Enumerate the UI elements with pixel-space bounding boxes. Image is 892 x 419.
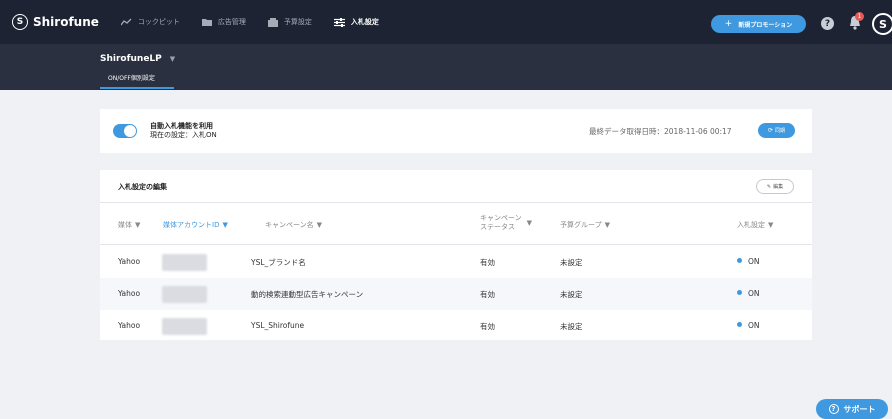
plus-icon: + <box>724 19 733 29</box>
edit-label: 編集 <box>773 184 784 190</box>
column-header-label: 予算グループ <box>560 221 602 229</box>
column-header-label: 媒体 <box>118 221 132 229</box>
question-circle-icon: ? <box>828 404 839 414</box>
cell-budget-group: 未設定 <box>560 322 583 331</box>
support-button[interactable]: ? サポート <box>816 399 888 419</box>
nav-item-budget[interactable]: 予算設定 <box>267 17 312 27</box>
bid-value: ON <box>748 257 760 266</box>
sort-icon: ▼ <box>768 221 774 229</box>
nav-item-cockpit[interactable]: コックピット <box>120 17 180 27</box>
auto-bid-toggle[interactable] <box>113 124 137 138</box>
sort-icon: ▼ <box>135 221 141 229</box>
column-header-campaign[interactable]: キャンペーン名 ▼ <box>265 220 322 230</box>
project-selector[interactable]: ShirofuneLP ▼ <box>100 54 175 64</box>
cell-status: 有効 <box>480 322 495 331</box>
nav-item-label: 予算設定 <box>283 18 312 26</box>
top-nav: S Shirofune コックピット 広告管理 予算設定 入札設定 + 新規プロ… <box>0 0 892 44</box>
bid-value: ON <box>748 321 760 330</box>
active-tab-indicator <box>100 87 174 89</box>
sync-button[interactable]: ⟳ 同期 <box>758 123 795 138</box>
nav-item-bid-settings[interactable]: 入札設定 <box>333 17 379 27</box>
table-row[interactable]: Yahoo YSL_ブランド名 有効 未設定 ON <box>100 246 812 278</box>
chart-line-icon <box>120 18 132 26</box>
column-header-bid-setting[interactable]: 入札設定 ▼ <box>737 220 773 230</box>
header-divider <box>100 244 812 245</box>
chevron-down-icon: ▼ <box>169 55 176 63</box>
refresh-icon: ⟳ <box>767 127 773 134</box>
last-fetch-timestamp: 最終データ取得日時：2018-11-06 00:17 <box>589 127 732 136</box>
column-header-campaign-status[interactable]: キャンペーン ステータス ▼ <box>480 214 532 232</box>
nav-item-label: 広告管理 <box>217 18 246 26</box>
tab-on-off-settings[interactable]: ON/OFF個別設定 <box>108 73 155 82</box>
edit-button[interactable]: ✎ 編集 <box>756 179 794 194</box>
nav-item-label: コックピット <box>137 18 180 26</box>
support-label: サポート <box>843 404 876 414</box>
redacted-account-id <box>162 318 207 335</box>
bid-settings-card: 入札設定の編集 ✎ 編集 媒体 ▼ 媒体アカウントID ▼ キャンペーン名 ▼ キャン… <box>100 170 812 340</box>
cell-bid-setting[interactable]: ON <box>737 289 760 298</box>
cell-media: Yahoo <box>118 321 141 330</box>
new-promotion-label: 新規プロモーション <box>738 21 793 29</box>
cell-budget-group: 未設定 <box>560 290 583 299</box>
redacted-account-id <box>162 254 207 271</box>
nav-item-label: 入札設定 <box>350 18 379 26</box>
project-header: ShirofuneLP ▼ ON/OFF個別設定 <box>0 44 892 90</box>
redacted-account-id <box>162 286 207 303</box>
cell-budget-group: 未設定 <box>560 258 583 267</box>
cell-bid-setting[interactable]: ON <box>737 257 760 266</box>
notification-badge: 1 <box>855 12 864 21</box>
cell-campaign: YSL_ブランド名 <box>251 258 306 267</box>
folder-icon <box>201 18 212 26</box>
table-row[interactable]: Yahoo 動的検索連動型広告キャンペーン 有効 未設定 ON <box>100 278 812 310</box>
auto-bid-status: 現在の設定：入札ON <box>150 131 217 139</box>
cell-media: Yahoo <box>118 257 141 266</box>
status-dot-icon <box>737 290 742 295</box>
pencil-icon: ✎ <box>766 183 772 190</box>
wallet-icon <box>267 17 278 27</box>
divider <box>100 202 812 203</box>
shirofune-logo-icon: S <box>12 14 28 30</box>
sort-icon: ▼ <box>316 221 323 229</box>
cell-campaign: 動的検索連動型広告キャンペーン <box>251 290 364 299</box>
column-header-media[interactable]: 媒体 ▼ <box>118 220 140 230</box>
help-icon[interactable]: ? <box>821 17 834 30</box>
column-header-label: 入札設定 <box>737 221 765 229</box>
column-header-line2: ステータス <box>480 223 515 231</box>
cell-status: 有効 <box>480 290 495 299</box>
cell-bid-setting[interactable]: ON <box>737 321 760 330</box>
table-row[interactable]: Yahoo YSL_Shirofune 有効 未設定 ON <box>100 310 812 342</box>
column-header-label: 媒体アカウントID <box>163 221 220 229</box>
sync-label: 同期 <box>775 128 786 134</box>
cell-media: Yahoo <box>118 289 141 298</box>
new-promotion-button[interactable]: + 新規プロモーション <box>711 15 806 33</box>
project-name: ShirofuneLP <box>100 54 162 64</box>
cell-campaign: YSL_Shirofune <box>251 321 305 330</box>
brand-logo[interactable]: S Shirofune <box>12 14 99 30</box>
avatar[interactable]: S <box>872 13 892 35</box>
sort-icon: ▼ <box>604 221 610 229</box>
bid-value: ON <box>748 289 760 298</box>
nav-item-ad-management[interactable]: 広告管理 <box>201 17 246 27</box>
auto-bid-card: 自動入札機能を利用 現在の設定：入札ON 最終データ取得日時：2018-11-0… <box>100 109 812 153</box>
status-dot-icon <box>737 258 742 263</box>
column-header-budget-group[interactable]: 予算グループ ▼ <box>560 220 610 230</box>
sort-icon: ▼ <box>222 221 228 229</box>
notification-button[interactable]: 1 <box>848 12 864 31</box>
status-dot-icon <box>737 322 742 327</box>
brand-name: Shirofune <box>33 15 99 29</box>
sort-icon: ▼ <box>526 218 533 227</box>
section-title: 入札設定の編集 <box>118 183 167 191</box>
column-header-account-id[interactable]: 媒体アカウントID ▼ <box>163 220 228 230</box>
column-header-label: キャンペーン ステータス <box>480 214 522 232</box>
column-header-line1: キャンペーン <box>480 214 522 222</box>
column-header-label: キャンペーン名 <box>265 221 314 229</box>
sliders-icon <box>333 17 345 27</box>
toggle-knob <box>124 125 136 137</box>
cell-status: 有効 <box>480 258 495 267</box>
